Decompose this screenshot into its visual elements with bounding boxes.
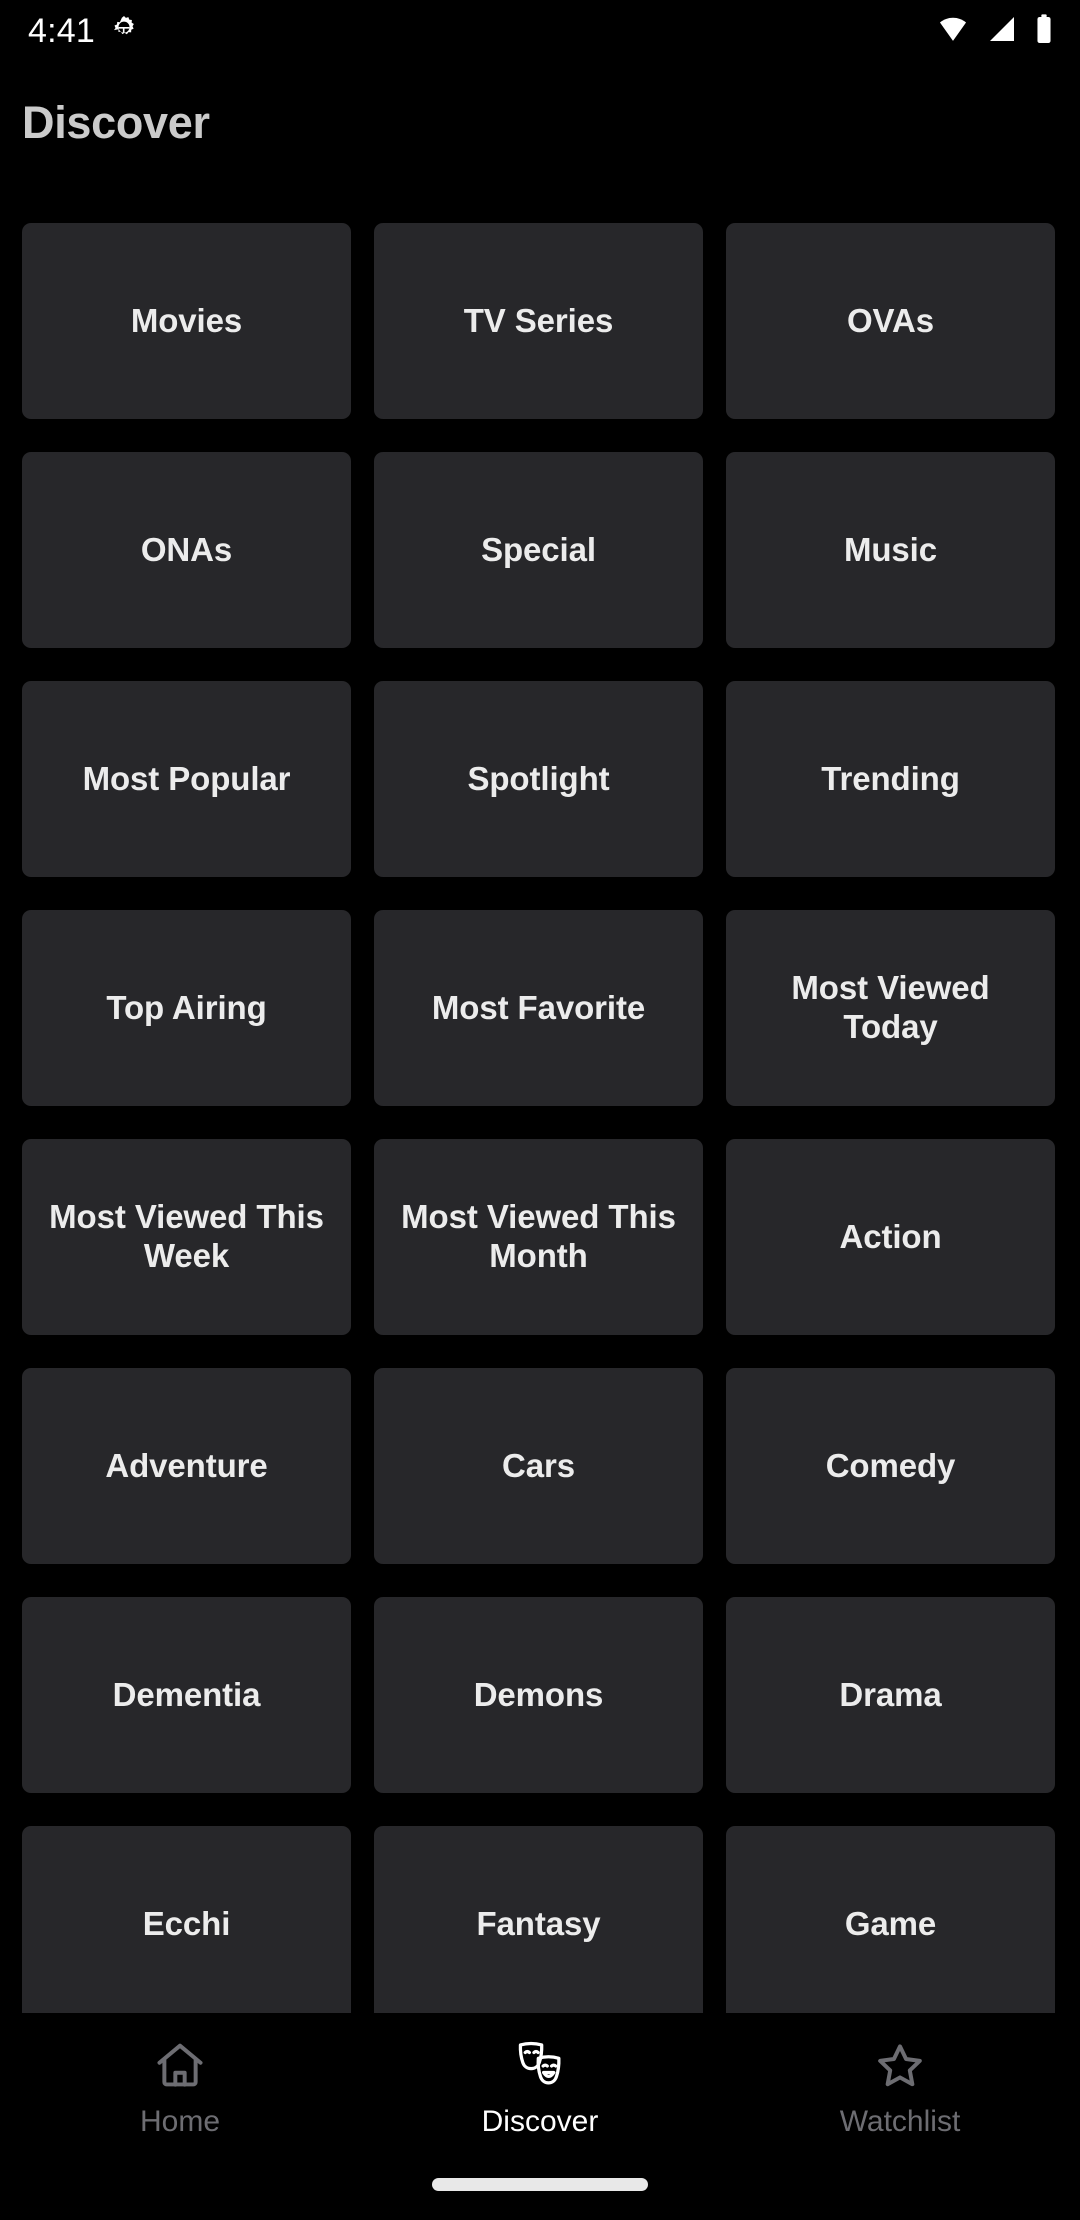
theater-masks-icon	[511, 2035, 569, 2097]
category-tile[interactable]: OVAs	[726, 223, 1055, 419]
nav-label-watchlist: Watchlist	[839, 2105, 961, 2138]
category-tile-label: Special	[481, 530, 596, 568]
category-tile[interactable]: Fantasy	[374, 1826, 703, 2013]
category-tile[interactable]: Spotlight	[374, 681, 703, 877]
category-tile[interactable]: Most Popular	[22, 681, 351, 877]
category-tile-label: Ecchi	[142, 1904, 231, 1942]
category-tile-label: Dementia	[112, 1675, 261, 1713]
category-tile[interactable]: Comedy	[726, 1368, 1055, 1564]
gesture-home-indicator[interactable]	[432, 2178, 648, 2191]
category-tile[interactable]: Adventure	[22, 1368, 351, 1564]
status-bar-left: 4:41	[28, 14, 139, 49]
wifi-icon	[936, 12, 970, 51]
category-tile[interactable]: Cars	[374, 1368, 703, 1564]
category-tile[interactable]: Drama	[726, 1597, 1055, 1793]
status-bar: 4:41	[0, 0, 1080, 62]
category-tile[interactable]: Demons	[374, 1597, 703, 1793]
nav-label-discover: Discover	[481, 2105, 599, 2138]
nav-label-home: Home	[139, 2105, 221, 2138]
discover-category-scroll[interactable]: Movies TV Series OVAs ONAs Special Music Most …	[0, 223, 1080, 2013]
category-tile-label: Movies	[130, 301, 243, 339]
category-tile-label: Most Viewed Today	[791, 969, 990, 1045]
category-tile-label: OVAs	[846, 301, 934, 339]
category-tile[interactable]: Movies	[22, 223, 351, 419]
category-tile-label: ONAs	[140, 530, 233, 568]
discover-category-grid: Movies TV Series OVAs ONAs Special Music Most …	[0, 223, 1080, 2013]
page-title: Discover	[22, 97, 210, 148]
category-tile[interactable]: TV Series	[374, 223, 703, 419]
category-tile-label: Drama	[839, 1675, 942, 1713]
gear-icon	[109, 14, 139, 49]
category-tile[interactable]: Most Viewed This Month	[374, 1139, 703, 1335]
house-icon	[152, 2035, 208, 2097]
category-tile[interactable]: Game	[726, 1826, 1055, 2013]
star-icon	[872, 2035, 928, 2097]
category-tile-label: Most Viewed This Week	[49, 1198, 324, 1274]
category-tile-label: TV Series	[463, 301, 614, 339]
category-tile-label: Game	[844, 1904, 937, 1942]
category-tile[interactable]: Ecchi	[22, 1826, 351, 2013]
category-tile[interactable]: Special	[374, 452, 703, 648]
status-bar-right	[936, 12, 1054, 51]
category-tile[interactable]: Dementia	[22, 1597, 351, 1793]
category-tile[interactable]: Most Favorite	[374, 910, 703, 1106]
category-tile-label: Most Popular	[82, 759, 291, 797]
category-tile-label: Adventure	[105, 1446, 268, 1484]
cell-signal-icon	[986, 13, 1018, 50]
category-tile-label: Cars	[502, 1446, 575, 1484]
nav-item-watchlist[interactable]: Watchlist	[720, 2035, 1080, 2137]
category-tile[interactable]: Action	[726, 1139, 1055, 1335]
category-tile-label: Most Favorite	[431, 988, 646, 1026]
category-tile[interactable]: Most Viewed Today	[726, 910, 1055, 1106]
category-tile[interactable]: Trending	[726, 681, 1055, 877]
nav-item-discover[interactable]: Discover	[360, 2035, 720, 2137]
category-tile-label: Trending	[821, 759, 960, 797]
status-time: 4:41	[28, 12, 95, 50]
category-tile-label: Top Airing	[106, 988, 267, 1026]
category-tile-label: Action	[839, 1217, 942, 1255]
category-tile[interactable]: Most Viewed This Week	[22, 1139, 351, 1335]
category-tile[interactable]: Music	[726, 452, 1055, 648]
category-tile-label: Demons	[473, 1675, 604, 1713]
category-tile[interactable]: ONAs	[22, 452, 351, 648]
nav-item-home[interactable]: Home	[0, 2035, 360, 2137]
app-screen: 4:41 Discover Movies TV Series OVAs ONAs…	[0, 0, 1080, 2220]
category-tile-label: Spotlight	[467, 759, 610, 797]
category-tile[interactable]: Top Airing	[22, 910, 351, 1106]
category-tile-label: Fantasy	[476, 1904, 601, 1942]
category-tile-label: Music	[843, 530, 938, 568]
battery-full-icon	[1034, 13, 1054, 50]
category-tile-label: Comedy	[825, 1446, 956, 1484]
bottom-navigation-bar: Home Discover Watchlist	[0, 2013, 1080, 2220]
category-tile-label: Most Viewed This Month	[401, 1198, 676, 1274]
